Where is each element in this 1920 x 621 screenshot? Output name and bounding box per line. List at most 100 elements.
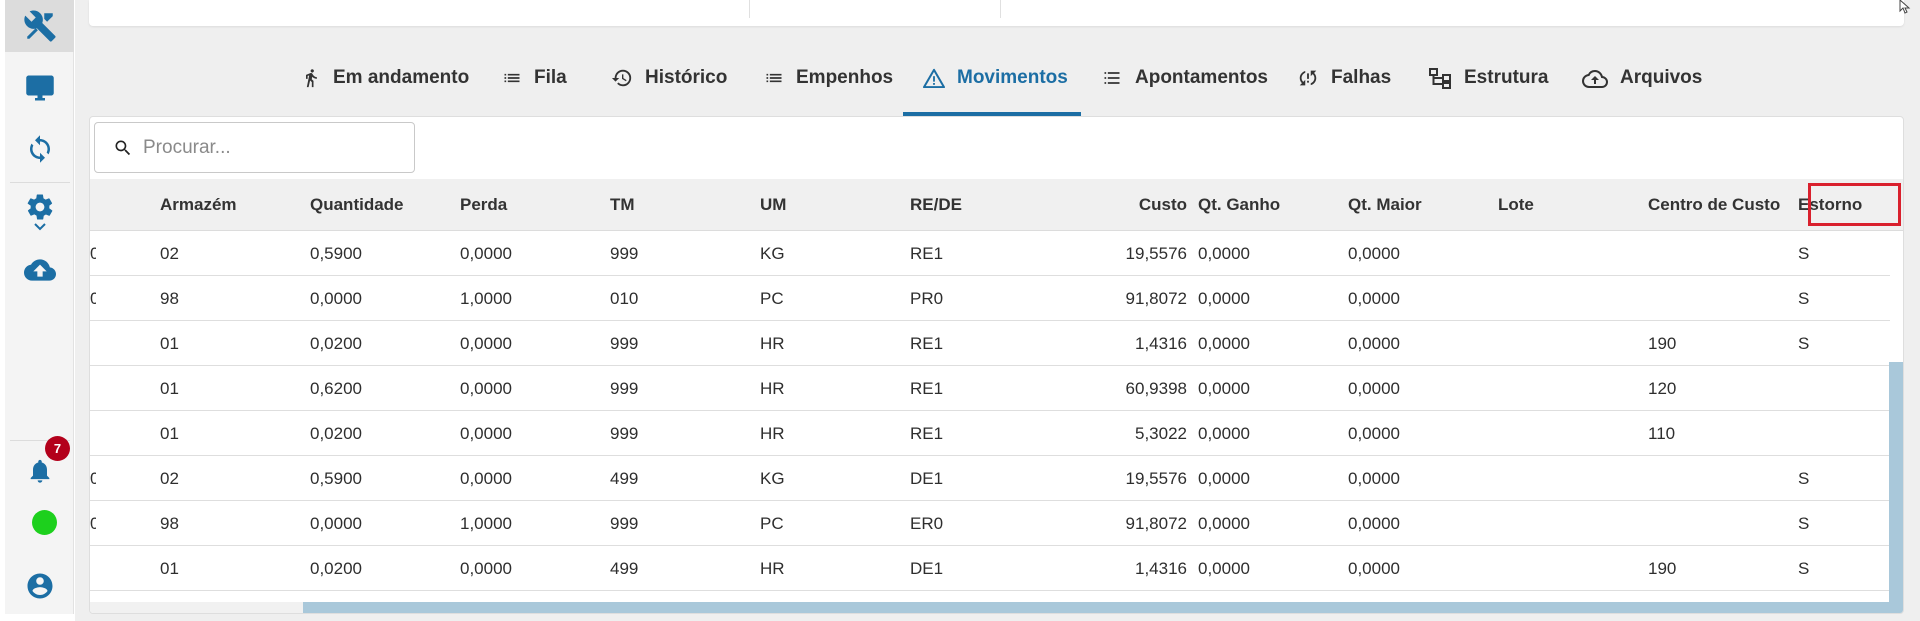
- cell-centro-custo: 120: [1648, 378, 1677, 398]
- cell-qt-ganho: 0,0000: [1198, 378, 1250, 398]
- tab-label: Empenhos: [796, 67, 894, 88]
- cell-perda: 0,0000: [460, 558, 512, 578]
- sidebar-item-sync[interactable]: [5, 123, 74, 175]
- column-header-rede[interactable]: RE/DE: [910, 179, 1030, 231]
- sidebar-item-upload[interactable]: [5, 244, 74, 296]
- cell-rede: DE1: [910, 558, 944, 578]
- tab-arquivos[interactable]: Arquivos: [1582, 40, 1702, 116]
- tab-empenhos[interactable]: Empenhos: [764, 40, 893, 116]
- cell-um: HR: [760, 558, 785, 578]
- main-content: Em andamento Fila Histórico Empenhos Mov…: [75, 0, 1920, 621]
- cell-perda: 0,0000: [460, 468, 512, 488]
- column-header-qt-maior[interactable]: Qt. Maior: [1348, 179, 1488, 231]
- user-button[interactable]: [5, 560, 74, 612]
- cell-qt-maior: 0,0000: [1348, 378, 1400, 398]
- mouse-cursor-icon: [1899, 0, 1911, 14]
- sidebar-item-monitor[interactable]: [5, 62, 74, 114]
- bell-icon: [30, 459, 49, 483]
- column-header-quantidade[interactable]: Quantidade: [310, 179, 430, 231]
- cell-estorno: S: [1798, 288, 1810, 308]
- cell-qt-ganho: 0,0000: [1198, 558, 1250, 578]
- column-header-lote[interactable]: Lote: [1498, 179, 1618, 231]
- column-header-perda[interactable]: Perda: [460, 179, 580, 231]
- cloud-upload-icon: [1582, 69, 1608, 88]
- cell-tm: 999: [610, 423, 639, 443]
- column-header-custo[interactable]: Custo: [1050, 179, 1187, 231]
- cell-um: KG: [760, 243, 785, 263]
- column-header-qt-ganho[interactable]: Qt. Ganho: [1198, 179, 1338, 231]
- status-indicator: [32, 510, 57, 535]
- cell-quantidade: 0,0000: [310, 513, 362, 533]
- table-header: Armazém Quantidade Perda TM UM RE/DE Cus…: [90, 179, 1903, 231]
- tab-em-andamento[interactable]: Em andamento: [301, 40, 469, 116]
- top-info-card: [89, 0, 1904, 26]
- column-header-tm[interactable]: TM: [610, 179, 730, 231]
- cell-um: HR: [760, 378, 785, 398]
- table-row[interactable]: 01 0,0200 0,0000 999 HR RE1 5,3022 0,000…: [90, 411, 1890, 456]
- cell-quantidade: 0,0200: [310, 333, 362, 353]
- tab-label: Em andamento: [333, 67, 470, 88]
- clipped-cell: [90, 366, 96, 411]
- table-row[interactable]: 0 02 0,5900 0,0000 499 KG DE1 19,5576 0,…: [90, 456, 1890, 501]
- monitor-icon: [25, 75, 54, 101]
- list-icon: [504, 73, 520, 83]
- cell-custo: 91,8072: [1125, 513, 1187, 533]
- clipped-cell: 0: [90, 276, 96, 321]
- cell-tm: 999: [610, 513, 639, 533]
- search-input[interactable]: [143, 136, 383, 159]
- search-box[interactable]: [94, 122, 415, 173]
- tab-fila[interactable]: Fila: [502, 40, 567, 116]
- horizontal-scrollbar-thumb[interactable]: [303, 602, 1903, 613]
- sidebar-item-tools[interactable]: [5, 0, 74, 52]
- tab-label: Falhas: [1331, 67, 1392, 88]
- tab-estrutura[interactable]: Estrutura: [1428, 40, 1548, 116]
- cell-tm: 999: [610, 378, 639, 398]
- clipped-cell: [90, 546, 96, 591]
- tab-falhas[interactable]: Falhas: [1297, 40, 1391, 116]
- column-header-centro-custo[interactable]: Centro de Custo: [1648, 179, 1788, 231]
- sync-icon: [29, 135, 50, 163]
- cell-qt-ganho: 0,0000: [1198, 468, 1250, 488]
- cell-perda: 0,0000: [460, 378, 512, 398]
- cell-rede: RE1: [910, 243, 944, 263]
- cell-rede: RE1: [910, 378, 944, 398]
- tab-label: Fila: [534, 67, 567, 88]
- table-row[interactable]: 01 0,6200 0,0000 999 HR RE1 60,9398 0,00…: [90, 366, 1890, 411]
- cell-quantidade: 0,5900: [310, 468, 362, 488]
- vertical-scrollbar[interactable]: [1889, 362, 1903, 607]
- sidebar-item-settings[interactable]: [5, 184, 74, 240]
- tab-movimentos[interactable]: Movimentos: [923, 40, 1068, 116]
- checklist-icon: [1104, 72, 1120, 84]
- cell-um: KG: [760, 468, 785, 488]
- table-row[interactable]: 0 98 0,0000 1,0000 010 PC PR0 91,8072 0,…: [90, 276, 1890, 321]
- clipped-cell: 0: [90, 456, 96, 501]
- tab-label: Movimentos: [957, 67, 1068, 88]
- cell-armazem: 98: [160, 513, 179, 533]
- tab-apontamentos[interactable]: Apontamentos: [1101, 40, 1268, 116]
- cell-qt-maior: 0,0000: [1348, 513, 1400, 533]
- table-row[interactable]: 01 0,0200 0,0000 499 HR DE1 1,4316 0,000…: [90, 546, 1890, 591]
- tab-historico[interactable]: Histórico: [611, 40, 727, 116]
- table-row[interactable]: 01 0,0200 0,0000 999 HR RE1 1,4316 0,000…: [90, 321, 1890, 366]
- tab-label: Arquivos: [1620, 67, 1703, 88]
- cell-qt-maior: 0,0000: [1348, 333, 1400, 353]
- cell-qt-ganho: 0,0000: [1198, 288, 1250, 308]
- column-header-um[interactable]: UM: [760, 179, 880, 231]
- cell-armazem: 02: [160, 468, 179, 488]
- table-row[interactable]: 0 02 0,5900 0,0000 999 KG RE1 19,5576 0,…: [90, 231, 1890, 276]
- cell-um: PC: [760, 513, 784, 533]
- cell-qt-maior: 0,0000: [1348, 243, 1400, 263]
- cell-armazem: 01: [160, 558, 179, 578]
- cell-armazem: 01: [160, 423, 179, 443]
- cell-quantidade: 0,0200: [310, 558, 362, 578]
- clipped-cell: [90, 321, 96, 366]
- column-header-armazem[interactable]: Armazém: [160, 179, 280, 231]
- table-row[interactable]: 0 98 0,0000 1,0000 999 PC ER0 91,8072 0,…: [90, 501, 1890, 546]
- cell-armazem: 01: [160, 333, 179, 353]
- cell-estorno: S: [1798, 243, 1810, 263]
- cell-custo: 60,9398: [1125, 378, 1187, 398]
- cell-tm: 499: [610, 558, 639, 578]
- clipped-cell: 0: [90, 501, 96, 546]
- cell-centro-custo: 190: [1648, 333, 1677, 353]
- cell-centro-custo: 190: [1648, 558, 1677, 578]
